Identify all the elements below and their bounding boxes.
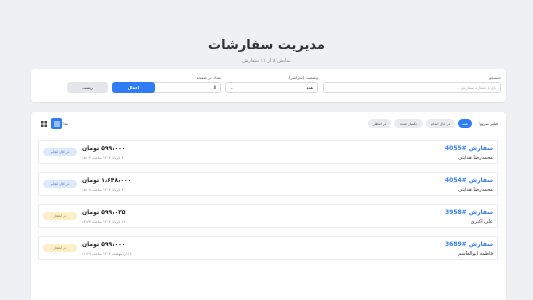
chevron-down-icon: ⌄ (230, 85, 234, 90)
chip-processing[interactable]: در حال انجام (426, 119, 455, 128)
grid-view-icon (40, 120, 47, 127)
status-select-value: همه (306, 85, 313, 90)
page-size-label: تعداد در صفحه (196, 75, 221, 80)
orders-panel: فیلتر سریع: همه در حال انجام تکمیل شده د… (31, 112, 506, 300)
order-date: ۱۶ اردیبهشت ۱۴۰۴ ساعت ۱۶:۲۹ (82, 252, 132, 256)
status-badge: در حال انجام (43, 148, 77, 156)
chip-pending[interactable]: در انتظار (368, 119, 391, 128)
search-label: جستجو (489, 75, 501, 80)
order-row[interactable]: سفارش #3958 علی اکبری ۵۹۹،۰۳۵ تومان ۱۸ خ… (38, 204, 498, 228)
status-badge: در انتظار (43, 244, 77, 252)
order-id[interactable]: سفارش #3958 (445, 209, 493, 216)
order-date: ۴ خرداد ۱۴۰۴ ساعت ۱۵:۰۲ (82, 156, 124, 160)
order-id[interactable]: سفارش #4054 (445, 177, 493, 184)
order-row[interactable]: سفارش #4054 محمدرضا هدایتی ۱،۶۴۸،۰۰۰ توم… (38, 172, 498, 196)
view-label: نما: (62, 121, 68, 126)
order-amount: ۵۹۹،۰۰۰ تومان (82, 145, 126, 152)
order-amount: ۵۹۹،۰۳۵ تومان (82, 209, 126, 216)
status-badge: در حال انجام (43, 180, 77, 188)
customer-name: محمدرضا هدایتی (458, 155, 493, 161)
page-header: مدیریت سفارشات نمایش ۸ از ۱۱ سفارش (0, 38, 533, 64)
page-subtitle: نمایش ۸ از ۱۱ سفارش (242, 58, 291, 64)
customer-name: فاطمه ابوالقاسم (458, 251, 493, 257)
order-date: ۱۸ خرداد ۱۴۰۴ ساعت ۱۳:۳۳ (82, 220, 126, 224)
order-row[interactable]: سفارش #3689 فاطمه ابوالقاسم ۵۹۹،۰۰۰ توما… (38, 236, 498, 260)
customer-name: علی اکبری (470, 219, 493, 225)
status-select[interactable]: همه ⌄ (225, 82, 318, 93)
reset-button[interactable]: ریست (67, 82, 108, 93)
list-toolbar: فیلتر سریع: همه در حال انجام تکمیل شده د… (31, 118, 506, 130)
filter-panel: جستجو وضعیت (سراسر) همه ⌄ تعداد در صفحه … (31, 69, 506, 102)
order-row[interactable]: سفارش #4055 محمدرضا هدایتی ۵۹۹،۰۰۰ تومان… (38, 140, 498, 164)
status-label: وضعیت (سراسر) (288, 75, 318, 80)
order-amount: ۱،۶۴۸،۰۰۰ تومان (82, 177, 132, 184)
chip-all[interactable]: همه (458, 119, 472, 128)
page-size-value: 8 (213, 85, 216, 90)
search-input[interactable] (323, 82, 501, 93)
chip-completed[interactable]: تکمیل شده (394, 119, 423, 128)
order-id[interactable]: سفارش #3689 (445, 241, 493, 248)
list-view-icon (53, 121, 60, 126)
order-amount: ۵۹۹،۰۰۰ تومان (82, 241, 126, 248)
apply-button[interactable]: اعمال (112, 82, 155, 93)
page-title: مدیریت سفارشات (208, 38, 325, 53)
status-badge: در انتظار (43, 212, 77, 220)
quick-filter-label: فیلتر سریع: (478, 121, 498, 126)
grid-view-button[interactable] (38, 118, 49, 129)
customer-name: محمدرضا هدایتی (458, 187, 493, 193)
order-date: ۲ خرداد ۱۴۰۴ ساعت ۱۵:۰۸ (82, 188, 124, 192)
list-view-button[interactable] (51, 118, 62, 129)
order-id[interactable]: سفارش #4055 (445, 145, 493, 152)
